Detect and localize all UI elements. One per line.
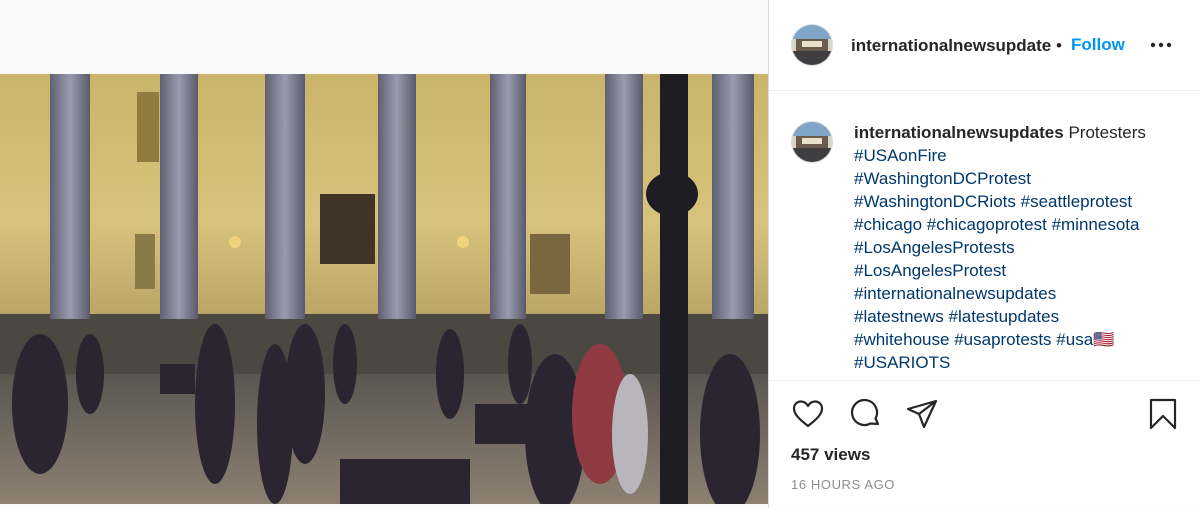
post-caption: internationalnewsupdates Protesters #USA… [854,121,1184,375]
post-actions: 457 views 16 HOURS AGO [769,380,1200,509]
hashtag-link[interactable]: #internationalnewsupdates [854,284,1056,303]
caption-text: Protesters [1068,123,1146,142]
hashtag-link[interactable]: #seattleprotest [1021,192,1133,211]
more-icon[interactable] [1149,34,1179,56]
hashtag-link[interactable]: #LosAngelesProtest [854,261,1006,280]
hashtag-line: #LosAngelesProtests [854,236,1184,259]
hashtag-link[interactable]: #whitehouse [854,330,949,349]
post-header: internationalnewsupdates • Follow [769,0,1200,91]
share-icon[interactable] [905,397,939,431]
header-username[interactable]: internationalnewsupdates [851,36,1051,56]
hashtag-link[interactable]: #usa🇺🇸 [1056,330,1114,349]
hashtag-link[interactable]: #LosAngelesProtests [854,238,1015,257]
hashtag-link[interactable]: #latestupdates [949,307,1060,326]
hashtag-line: #WashingtonDCProtest [854,167,1184,190]
hashtag-link[interactable]: #WashingtonDCRiots [854,192,1016,211]
heart-icon[interactable] [791,397,825,431]
hashtag-line: #whitehouse #usaprotests #usa🇺🇸 [854,328,1184,351]
post-panel: internationalnewsupdates • Follow intern… [768,0,1200,508]
hashtag-line: #USAonFire [854,144,1184,167]
hashtag-link[interactable]: #chicagoprotest [927,215,1047,234]
hashtag-line: #LosAngelesProtest [854,259,1184,282]
video-frame [0,74,768,504]
follow-button[interactable]: Follow [1071,35,1125,55]
caption-username[interactable]: internationalnewsupdates [854,123,1064,142]
post-video[interactable] [0,74,768,504]
separator-dot: • [1056,36,1062,55]
hashtag-link[interactable]: #WashingtonDCProtest [854,169,1031,188]
caption-avatar[interactable] [791,121,833,163]
hashtag-link[interactable]: #minnesota [1052,215,1140,234]
bookmark-icon[interactable] [1146,397,1180,431]
media-top-margin [0,0,768,74]
hashtag-link[interactable]: #USAonFire [854,146,947,165]
comment-icon[interactable] [849,397,883,431]
hashtag-line: #chicago #chicagoprotest #minnesota [854,213,1184,236]
caption-first-line: internationalnewsupdates Protesters [854,121,1184,144]
hashtag-line: #USARIOTS [854,351,1184,374]
hashtag-line: #WashingtonDCRiots #seattleprotest [854,190,1184,213]
post-time[interactable]: 16 HOURS AGO [791,477,895,492]
hashtag-link[interactable]: #USARIOTS [854,353,950,372]
hashtag-link[interactable]: #usaprotests [954,330,1051,349]
hashtag-line: #latestnews #latestupdates [854,305,1184,328]
hashtag-link[interactable]: #chicago [854,215,922,234]
hashtag-link[interactable]: #latestnews [854,307,944,326]
views-count[interactable]: 457 views [791,445,870,465]
hashtag-line: #internationalnewsupdates [854,282,1184,305]
avatar[interactable] [791,24,833,66]
hashtag-lines: #USAonFire #WashingtonDCProtest #Washingto… [854,144,1184,374]
